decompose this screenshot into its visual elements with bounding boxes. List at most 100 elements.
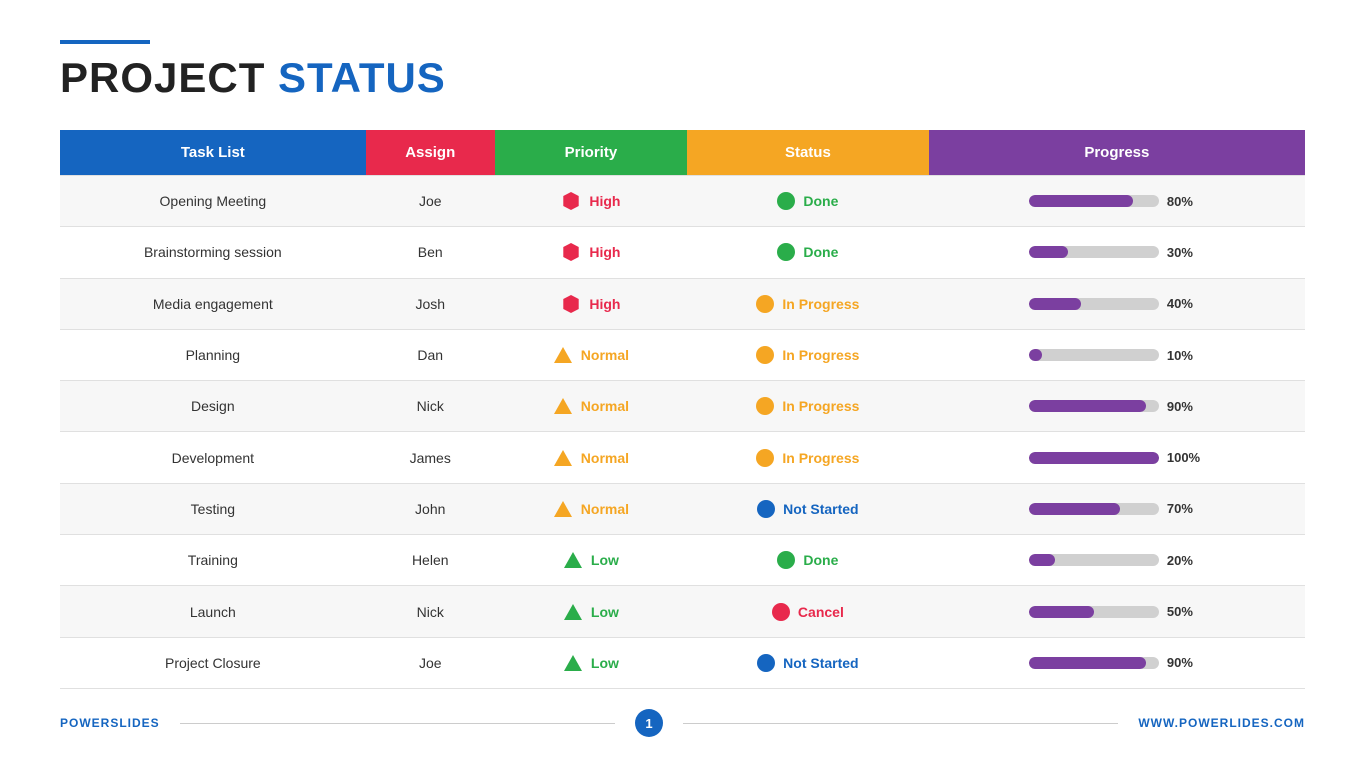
col-header-status: Status [687,130,929,176]
status-label: Done [803,193,838,209]
progress-bar-fill [1029,298,1081,310]
cell-task: Launch [60,586,366,637]
footer-line-right [683,723,1118,724]
priority-label: Normal [581,501,629,517]
priority-icon [561,294,581,314]
cell-assign: Nick [366,586,495,637]
priority-icon [561,191,581,211]
cell-status: Done [687,227,929,278]
footer-brand-black: POWER [60,716,110,730]
table-row: PlanningDanNormalIn Progress10% [60,329,1305,380]
page-title: PROJECT STATUS [60,54,1305,102]
cell-priority: Normal [495,329,687,380]
priority-icon [553,499,573,519]
priority-label: Normal [581,398,629,414]
priority-icon [563,653,583,673]
title-part2: STATUS [278,54,446,101]
progress-bar-fill [1029,606,1094,618]
table-row: Brainstorming sessionBenHighDone30% [60,227,1305,278]
progress-bar-bg [1029,349,1159,361]
cell-priority: High [495,227,687,278]
cell-status: In Progress [687,432,929,483]
cell-task: Opening Meeting [60,176,366,227]
progress-percent: 90% [1167,655,1205,670]
progress-percent: 100% [1167,450,1205,465]
cell-task: Development [60,432,366,483]
cell-assign: Joe [366,176,495,227]
priority-icon [563,602,583,622]
cell-priority: Low [495,535,687,586]
triangle-icon [553,396,573,416]
task-table: Task List Assign Priority Status Progres… [60,130,1305,689]
cell-assign: Nick [366,381,495,432]
progress-bar-bg [1029,503,1159,515]
cell-priority: Low [495,637,687,688]
status-label: In Progress [782,296,859,312]
progress-bar-fill [1029,657,1146,669]
cell-task: Media engagement [60,278,366,329]
progress-bar-fill [1029,195,1133,207]
table-row: Media engagementJoshHighIn Progress40% [60,278,1305,329]
priority-label: Low [591,655,619,671]
cell-progress: 80% [929,176,1305,227]
cell-assign: Joe [366,637,495,688]
triangle-icon [553,499,573,519]
cell-assign: James [366,432,495,483]
table-row: DesignNickNormalIn Progress90% [60,381,1305,432]
progress-bar-fill [1029,554,1055,566]
status-dot [756,397,774,415]
cell-status: Cancel [687,586,929,637]
progress-bar-bg [1029,246,1159,258]
status-label: In Progress [782,450,859,466]
triangle-icon [553,448,573,468]
col-header-assign: Assign [366,130,495,176]
progress-percent: 50% [1167,604,1205,619]
status-label: Not Started [783,655,858,671]
table-row: LaunchNickLowCancel50% [60,586,1305,637]
priority-icon [561,242,581,262]
progress-bar-bg [1029,554,1159,566]
progress-percent: 80% [1167,194,1205,209]
triangle-icon [553,345,573,365]
title-underline [60,40,150,44]
cell-progress: 90% [929,381,1305,432]
table-row: DevelopmentJames Normal In Progress 100% [60,432,1305,483]
triangle-icon [563,550,583,570]
progress-bar-bg [1029,298,1159,310]
priority-icon [563,550,583,570]
progress-bar-fill [1029,452,1159,464]
cell-status: Not Started [687,637,929,688]
cell-progress: 40% [929,278,1305,329]
cell-task: Training [60,535,366,586]
cell-progress: 50% [929,586,1305,637]
progress-percent: 30% [1167,245,1205,260]
status-label: Not Started [783,501,858,517]
cell-progress: 10% [929,329,1305,380]
cell-status: In Progress [687,329,929,380]
cell-priority: High [495,176,687,227]
footer-line-left [180,723,615,724]
priority-label: Normal [581,450,629,466]
cell-priority: Normal [495,432,687,483]
priority-label: High [589,296,620,312]
progress-bar-fill [1029,400,1146,412]
status-label: In Progress [782,347,859,363]
footer-brand-blue: SLIDES [110,716,159,730]
triangle-icon [563,602,583,622]
title-section: PROJECT STATUS [60,40,1305,102]
cell-task: Design [60,381,366,432]
progress-percent: 90% [1167,399,1205,414]
cell-task: Testing [60,483,366,534]
footer-url: WWW.POWERLIDES.COM [1138,716,1305,730]
status-label: Done [803,244,838,260]
cell-priority: Normal [495,381,687,432]
cell-status: Done [687,176,929,227]
status-dot [777,551,795,569]
status-dot [777,243,795,261]
priority-label: High [589,244,620,260]
cell-progress: 20% [929,535,1305,586]
cell-progress: 90% [929,637,1305,688]
footer-brand: POWERSLIDES [60,716,160,730]
progress-bar-bg [1029,657,1159,669]
footer-page-number: 1 [635,709,663,737]
